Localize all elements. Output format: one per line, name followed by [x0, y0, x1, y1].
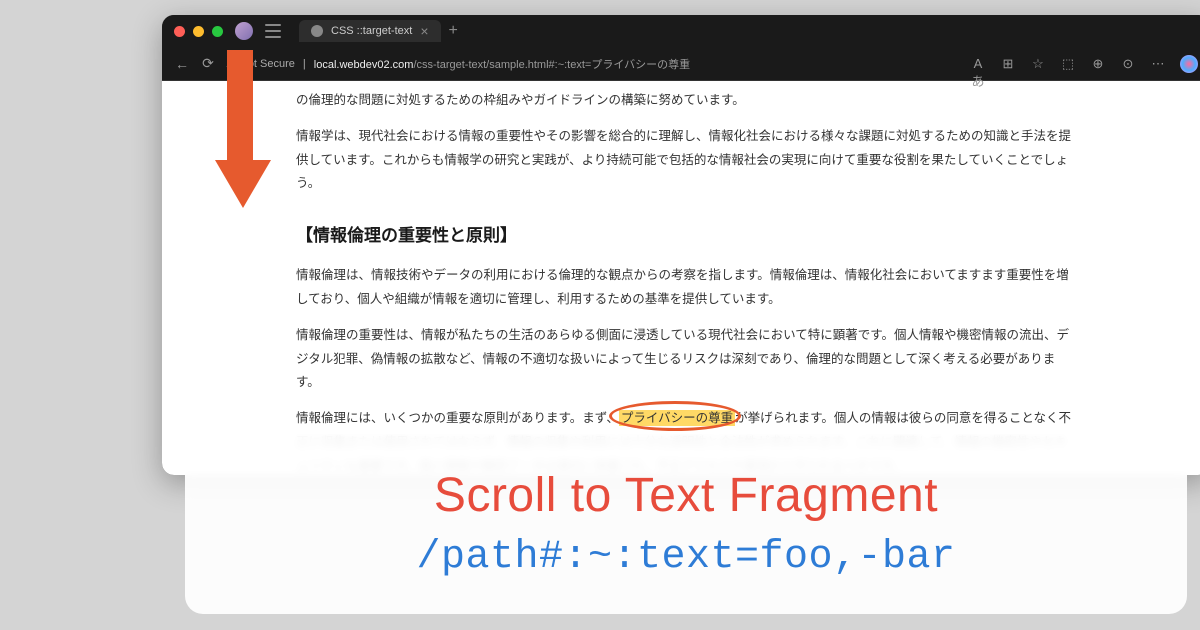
browser-toolbar: ← ⟳ ⚠ Not Secure | local.webdev02.com/cs… [162, 47, 1200, 81]
account-icon[interactable]: ⊙ [1120, 56, 1136, 72]
tab-favicon-icon [311, 25, 323, 37]
reader-mode-icon[interactable]: Aあ [970, 56, 986, 72]
extensions-icon[interactable]: ⊕ [1090, 56, 1106, 72]
browser-tab[interactable]: CSS ::target-text × [299, 20, 441, 42]
tab-close-button[interactable]: × [420, 24, 428, 38]
article: の倫理的な問題に対処するための枠組みやガイドラインの構築に努めています。 情報学… [296, 81, 1076, 475]
url-text: local.webdev02.com/css-target-text/sampl… [314, 56, 690, 72]
text-before-highlight: 情報倫理には、いくつかの重要な原則があります。まず、 [296, 411, 619, 425]
overlay-code: /path#:~:text=foo,-bar [416, 535, 955, 580]
url-path: /css-target-text/sample.html#:~:text=プライ… [413, 59, 690, 71]
profile-avatar[interactable] [235, 22, 253, 40]
paragraph: 情報倫理は、情報技術やデータの利用における倫理的な観点からの考察を指します。情報… [296, 264, 1076, 312]
highlight-wrap: プライバシーの尊重 [619, 407, 735, 431]
overlay-title: Scroll to Text Fragment [434, 468, 938, 523]
new-tab-button[interactable]: + [449, 22, 458, 40]
overlay-card: Scroll to Text Fragment /path#:~:text=fo… [185, 434, 1187, 614]
copilot-icon[interactable] [1180, 55, 1198, 73]
arrow-shaft-icon [227, 50, 253, 160]
sidebar-toggle-icon[interactable] [265, 24, 281, 38]
favorite-icon[interactable]: ☆ [1030, 56, 1046, 72]
toolbar-right: Aあ ⊞ ☆ ⬚ ⊕ ⊙ ⋯ [970, 55, 1198, 73]
traffic-lights [174, 26, 223, 37]
library-icon[interactable]: ⬚ [1060, 56, 1076, 72]
url-host: local.webdev02.com [314, 59, 414, 71]
collections-icon[interactable]: ⊞ [1000, 56, 1016, 72]
paragraph: の倫理的な問題に対処するための枠組みやガイドラインの構築に努めています。 [296, 89, 1076, 113]
page-content[interactable]: の倫理的な問題に対処するための枠組みやガイドラインの構築に努めています。 情報学… [162, 81, 1200, 475]
section-heading: 【情報倫理の重要性と原則】 [296, 220, 1076, 252]
arrow-head-icon [215, 160, 271, 208]
browser-window: CSS ::target-text × + ← ⟳ ⚠ Not Secure |… [162, 15, 1200, 475]
menu-icon[interactable]: ⋯ [1150, 56, 1166, 72]
tab-title: CSS ::target-text [331, 25, 412, 37]
back-button[interactable]: ← [174, 56, 190, 72]
close-window-button[interactable] [174, 26, 185, 37]
minimize-window-button[interactable] [193, 26, 204, 37]
scroll-arrow-annotation [215, 50, 265, 210]
paragraph: 情報倫理の重要性は、情報が私たちの生活のあらゆる側面に浸透している現代社会におい… [296, 324, 1076, 395]
url-separator: | [303, 58, 306, 70]
address-bar[interactable]: ⚠ Not Secure | local.webdev02.com/css-ta… [226, 56, 960, 72]
target-text-highlight: プライバシーの尊重 [619, 410, 735, 426]
paragraph: 情報学は、現代社会における情報の重要性やその影響を総合的に理解し、情報化社会にお… [296, 125, 1076, 196]
maximize-window-button[interactable] [212, 26, 223, 37]
titlebar: CSS ::target-text × + [162, 15, 1200, 47]
reload-button[interactable]: ⟳ [200, 55, 216, 72]
